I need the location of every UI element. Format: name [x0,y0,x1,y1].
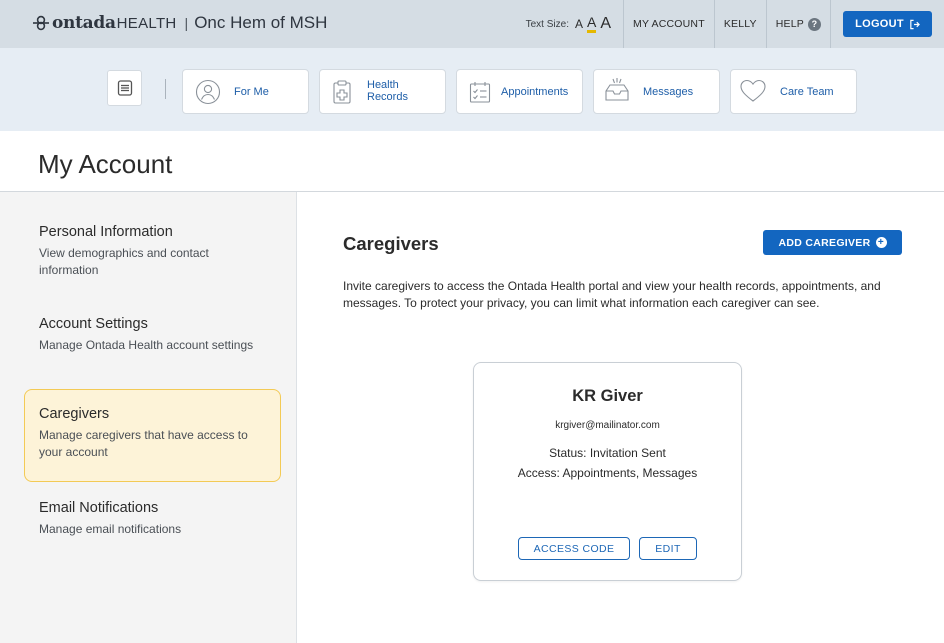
sidebar-item-personal-information[interactable]: Personal Information View demographics a… [24,223,281,280]
user-name-link[interactable]: KELLY [715,0,767,48]
top-bar: ontada HEALTH | Onc Hem of MSH Text Size… [0,0,944,48]
nav-tile-label: Health [367,79,399,91]
edit-button[interactable]: EDIT [639,537,697,560]
caregiver-email: krgiver@mailinator.com [555,420,660,431]
nav-tile-appointments[interactable]: Appointments [456,69,583,114]
sidebar-item-title: Account Settings [39,316,148,332]
access-label: Access: [517,466,560,480]
help-label: HELP [775,18,804,30]
add-caregiver-label: ADD CAREGIVER [778,236,871,249]
sidebar-item-email-notifications[interactable]: Email Notifications Manage email notific… [24,499,281,539]
sidebar-item-caregivers[interactable]: Caregivers Manage caregivers that have a… [24,389,281,482]
my-account-link[interactable]: MY ACCOUNT [624,0,715,48]
page-title: My Account [38,149,173,179]
plus-circle-icon: + [875,237,887,248]
nav-tile-health-records[interactable]: Health Records [319,69,446,114]
help-link[interactable]: HELP ? [767,0,831,48]
menu-icon [117,80,132,96]
menu-button[interactable] [107,70,142,106]
ontada-logo-icon [33,15,49,31]
sidebar-item-desc: View demographics and contact informatio… [39,246,209,277]
brand[interactable]: ontada HEALTH | Onc Hem of MSH [32,13,327,33]
caregiver-status: Status: Invitation Sent [474,446,741,460]
section-intro: Invite caregivers to access the Ontada H… [343,279,881,310]
sidebar-item-desc: Manage Ontada Health account settings [39,338,254,352]
logo-health: HEALTH [116,14,177,32]
text-size-medium[interactable]: A [587,15,597,33]
logo-word: ontada [52,13,116,33]
sidebar: Personal Information View demographics a… [0,192,297,643]
sidebar-item-title: Email Notifications [39,500,159,516]
logout-icon [910,19,920,29]
status-label: Status: [549,446,587,460]
access-value: Appointments, Messages [562,466,698,480]
nav-tile-for-me[interactable]: For Me [182,69,309,114]
status-value: Invitation Sent [589,446,666,460]
caregiver-card: KR Giver krgiver@mailinator.com Status: … [473,362,742,581]
user-icon [195,79,221,105]
nav-divider [165,79,166,99]
access-code-button[interactable]: ACCESS CODE [518,537,630,560]
text-size-label: Text Size: [525,18,569,30]
text-size-large[interactable]: A [600,16,611,32]
sidebar-item-desc: Manage email notifications [39,522,182,536]
add-caregiver-button[interactable]: ADD CAREGIVER + [763,230,902,255]
sidebar-item-account-settings[interactable]: Account Settings Manage Ontada Health ac… [24,315,281,355]
caregiver-access: Access: Appointments, Messages [474,466,741,480]
nav-tile-label: Care Team [780,86,834,98]
sidebar-item-title: Caregivers [39,406,110,422]
calendar-icon [469,82,491,103]
brand-separator: | [184,15,189,31]
heart-icon [740,79,766,102]
sidebar-item-desc: Manage caregivers that have access to yo… [39,428,248,459]
inbox-icon [605,78,629,101]
caregiver-name: KR Giver [572,387,643,405]
help-icon: ? [808,17,821,31]
nav-tile-messages[interactable]: Messages [593,69,720,114]
nav-tile-label: Messages [643,86,694,98]
clipboard-icon [333,80,351,104]
nav-tile-label: Appointments [501,86,569,98]
header-tools: Text Size: A A A MY ACCOUNT KELLY HELP ?… [526,0,944,48]
nav-tile-care-team[interactable]: Care Team [730,69,857,114]
sidebar-item-title: Personal Information [39,224,173,240]
text-size-small[interactable]: A [575,18,583,30]
text-size-control: Text Size: A A A [525,0,625,48]
org-name: Onc Hem of MSH [194,13,328,32]
nav-band: For Me Health Records Appointments Messa… [0,48,944,131]
logout-label: LOGOUT [855,18,904,30]
logout-button[interactable]: LOGOUT [843,11,932,37]
section-title: Caregivers [343,233,439,254]
nav-tile-label: For Me [234,86,269,98]
nav-tile-label-line2: Records [367,91,408,103]
